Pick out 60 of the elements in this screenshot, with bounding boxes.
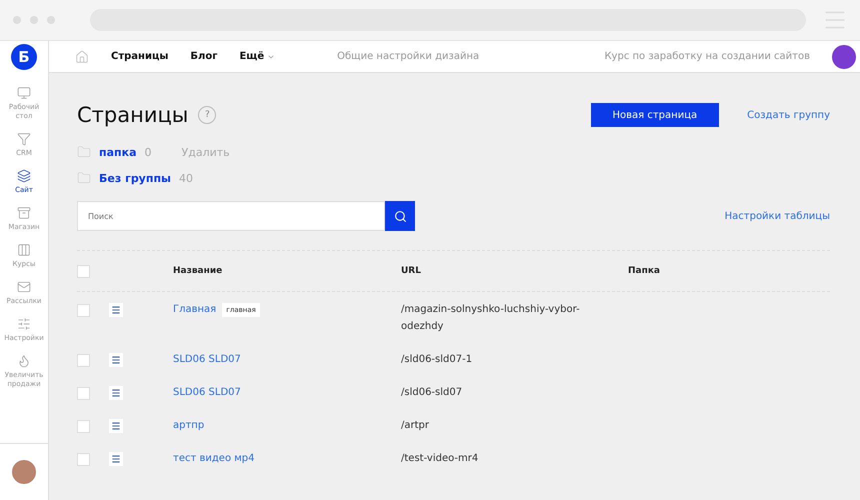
table-settings-link[interactable]: Настройки таблицы: [724, 210, 830, 222]
search-field[interactable]: Поиск: [77, 201, 385, 231]
column-header[interactable]: URL: [401, 266, 628, 276]
user-avatar[interactable]: [12, 460, 36, 484]
search-button[interactable]: [385, 201, 415, 231]
folder-icon: [77, 171, 91, 185]
create-group-link[interactable]: Создать группу: [747, 110, 830, 120]
crm-icon: [17, 132, 31, 146]
desktop-icon: [17, 86, 31, 100]
column-header[interactable]: Папка: [628, 266, 830, 276]
row-menu-button[interactable]: [109, 386, 123, 400]
row-menu-button[interactable]: [109, 419, 123, 433]
new-page-button[interactable]: Новая страница: [590, 103, 720, 127]
course-link[interactable]: Курс по заработку на создании сайтов: [604, 51, 810, 62]
select-all-checkbox[interactable]: [77, 264, 90, 278]
logo[interactable]: Б: [11, 44, 37, 70]
url-cell-text: /magazin-solnyshko-luchshiy-vybor-odezhdy: [401, 303, 581, 334]
nav-link[interactable]: Страницы: [111, 51, 168, 62]
list-icon: [111, 355, 121, 365]
group-link[interactable]: папка: [99, 146, 137, 158]
list-icon: [111, 305, 121, 315]
page-title: Страницы: [77, 103, 188, 127]
design-settings-link[interactable]: Общие настройки дизайна: [337, 51, 480, 62]
list-icon: [111, 421, 121, 431]
shop-icon: [17, 206, 31, 220]
page-name-link[interactable]: SLD06 SLD07: [173, 384, 241, 401]
settings-icon: [17, 317, 31, 331]
row-checkbox[interactable]: [77, 420, 90, 433]
nav-link[interactable]: Блог: [190, 51, 218, 62]
column-header[interactable]: Название: [173, 266, 401, 276]
page-name-link[interactable]: SLD06 SLD07: [173, 351, 241, 368]
courses-icon: [17, 243, 31, 257]
site-icon: [17, 169, 31, 183]
page-name-link[interactable]: Главная: [173, 301, 216, 318]
page-name-link[interactable]: тест видео мр4: [173, 450, 254, 467]
list-icon: [111, 388, 121, 398]
group-count: 40: [179, 172, 194, 184]
group-count: 0: [144, 146, 152, 158]
list-icon: [111, 454, 121, 464]
help-button[interactable]: ?: [198, 106, 216, 124]
url-cell-text: /artpr: [401, 419, 430, 433]
row-menu-button[interactable]: [109, 303, 123, 317]
mail-icon: [17, 280, 31, 294]
url-cell-text: /sld06-sld07: [401, 386, 464, 400]
folder-icon: [77, 145, 91, 159]
search-icon: [394, 210, 406, 222]
fire-icon: [17, 354, 31, 368]
row-checkbox[interactable]: [77, 304, 90, 317]
row-checkbox[interactable]: [77, 453, 90, 466]
home-icon[interactable]: [75, 50, 89, 64]
row-checkbox[interactable]: [77, 354, 90, 367]
user-avatar[interactable]: [832, 44, 856, 68]
row-menu-button[interactable]: [109, 353, 123, 367]
group-link[interactable]: Без группы: [99, 172, 172, 184]
nav-link[interactable]: Ещё: [239, 51, 276, 62]
page-name-link[interactable]: артпр: [173, 417, 204, 434]
row-menu-button[interactable]: [109, 452, 123, 466]
row-checkbox[interactable]: [77, 387, 90, 400]
url-cell-text: /test-video-mr4: [401, 452, 480, 466]
url-cell-text: /sld06-sld07-1: [401, 353, 474, 367]
